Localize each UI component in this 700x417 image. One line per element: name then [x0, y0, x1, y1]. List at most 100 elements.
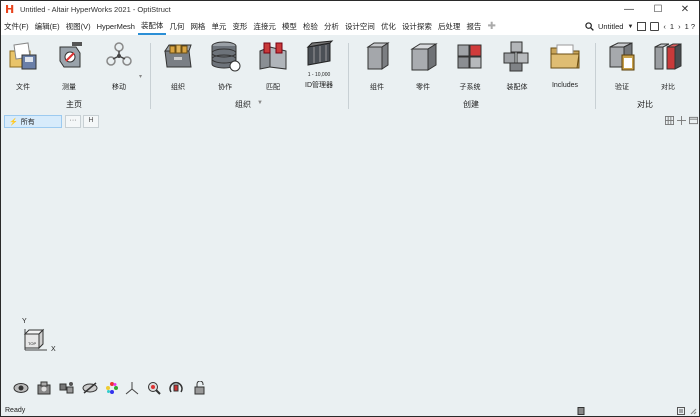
part-tool[interactable]: 零件 — [401, 39, 445, 92]
collaborate-tool[interactable]: 协作 — [203, 39, 247, 92]
camera-icon[interactable] — [37, 381, 51, 395]
file-tool[interactable]: 文件 — [1, 39, 45, 92]
graphics-viewport[interactable]: Y X TOP — [1, 128, 699, 406]
model-name[interactable]: Untitled — [598, 22, 623, 31]
organize-tool-label: 组织 — [171, 84, 185, 91]
axis-y-label: Y — [22, 318, 27, 325]
settings-icon[interactable] — [677, 407, 685, 415]
hide-eye-icon[interactable] — [82, 381, 98, 395]
lock-view-icon[interactable] — [193, 381, 207, 395]
menu-assembly[interactable]: 装配体 — [137, 18, 167, 35]
page-icon[interactable] — [650, 22, 660, 31]
visibility-eye-icon[interactable] — [13, 381, 29, 395]
rotate-view-icon[interactable] — [169, 381, 183, 395]
book-icon[interactable] — [577, 407, 585, 415]
validate-tool[interactable]: 验证 — [600, 39, 644, 92]
minimize-button[interactable]: — — [615, 1, 643, 18]
parts-display-icon[interactable] — [59, 381, 75, 395]
assembly-tool[interactable]: 装配体 — [495, 39, 539, 92]
compare-icon — [654, 43, 682, 70]
group-label-create: 创建 — [463, 100, 479, 109]
collaborate-icon — [211, 41, 241, 72]
move-arrows-icon[interactable] — [677, 116, 686, 125]
subsystem-icon — [457, 44, 482, 69]
organize-icon — [164, 44, 192, 68]
component-icon — [366, 42, 390, 70]
menu-model[interactable]: 模型 — [279, 18, 300, 35]
page-counter: 1 ? — [684, 22, 695, 31]
menu-design-explore[interactable]: 设计探索 — [399, 18, 435, 35]
menu-geometry[interactable]: 几何 — [166, 18, 187, 35]
pin-button[interactable]: H — [83, 115, 99, 128]
menu-connectors[interactable]: 连接元 — [250, 18, 279, 35]
grid-view-icon[interactable] — [665, 116, 674, 125]
move-tool-label: 移动 — [112, 84, 126, 91]
menu-check[interactable]: 检验 — [300, 18, 321, 35]
validate-icon — [609, 42, 635, 71]
component-tool[interactable]: 组件 — [355, 39, 399, 92]
menu-bar: 文件(F) 编辑(E) 视图(V) HyperMesh 装配体 几何 网格 单元… — [1, 18, 699, 35]
add-tab-icon[interactable]: ✚ — [484, 18, 498, 35]
menu-hypermesh[interactable]: HyperMesh — [94, 18, 138, 35]
assembly-tool-label: 装配体 — [506, 84, 528, 91]
subsystem-tool[interactable]: 子系统 — [448, 39, 492, 92]
organize-tool[interactable]: 组织 — [156, 39, 200, 92]
more-button[interactable]: ··· — [65, 115, 81, 128]
close-button[interactable]: ✕ — [671, 1, 699, 18]
axis-x-label: X — [51, 346, 56, 353]
match-icon — [259, 42, 287, 70]
maximize-button[interactable]: ☐ — [644, 1, 672, 18]
compare-tool[interactable]: 对比 — [646, 39, 690, 92]
group-label-organize: 组织 — [235, 100, 251, 109]
move-icon — [106, 42, 132, 66]
id-manager-tool[interactable]: 1 - 10,000 ID管理器 — [297, 39, 341, 90]
includes-tool[interactable]: Includes — [543, 39, 587, 89]
panel-icon[interactable] — [689, 116, 698, 125]
window-icon[interactable] — [637, 22, 647, 31]
browser-tab-strip: ⚡ 所有 ··· H — [1, 114, 699, 128]
menu-optimize[interactable]: 优化 — [378, 18, 399, 35]
move-dropdown-icon[interactable]: ▾ — [139, 73, 142, 80]
app-window: H Untitled - Altair HyperWorks 2021 - Op… — [0, 0, 700, 417]
organize-expand-icon[interactable]: ▼ — [257, 100, 263, 106]
resize-grip-icon[interactable] — [689, 407, 697, 415]
title-bar: H Untitled - Altair HyperWorks 2021 - Op… — [1, 1, 699, 18]
menu-report[interactable]: 报告 — [463, 18, 484, 35]
id-manager-icon — [306, 40, 334, 66]
ribbon: 文件 测量 移动 ▾ 组织 协作 匹配 1 - 10,000 ID管理器 组件 … — [1, 35, 699, 113]
includes-tool-label: Includes — [551, 82, 579, 89]
lightning-icon: ⚡ — [9, 118, 18, 126]
ribbon-separator — [150, 43, 151, 109]
tab-all[interactable]: ⚡ 所有 — [4, 115, 62, 128]
menu-post[interactable]: 后处理 — [435, 18, 464, 35]
menu-design-space[interactable]: 设计空间 — [342, 18, 378, 35]
move-tool[interactable]: 移动 — [97, 39, 141, 92]
menu-element[interactable]: 单元 — [208, 18, 229, 35]
menu-file[interactable]: 文件(F) — [1, 18, 32, 35]
menu-morph[interactable]: 变形 — [229, 18, 250, 35]
zoom-fit-icon[interactable] — [147, 381, 161, 395]
measure-tool[interactable]: 测量 — [47, 39, 91, 92]
chevron-down-icon[interactable]: ▼ — [627, 24, 633, 30]
menu-mesh[interactable]: 网格 — [187, 18, 208, 35]
axes-triad-icon[interactable] — [125, 381, 139, 395]
assembly-icon — [503, 41, 529, 72]
ribbon-separator — [348, 43, 349, 109]
page-indicator: 1 — [669, 22, 675, 31]
menu-analysis[interactable]: 分析 — [321, 18, 342, 35]
match-tool[interactable]: 匹配 — [251, 39, 295, 92]
search-icon[interactable] — [585, 22, 594, 31]
page-next-icon[interactable]: › — [678, 22, 681, 31]
menu-edit[interactable]: 编辑(E) — [32, 18, 63, 35]
part-icon — [410, 43, 438, 71]
includes-folder-icon — [550, 44, 580, 69]
menu-view[interactable]: 视图(V) — [63, 18, 94, 35]
page-prev-icon[interactable]: ‹ — [663, 22, 666, 31]
component-tool-label: 组件 — [370, 84, 384, 91]
view-cube-icon[interactable] — [19, 325, 49, 353]
tab-all-label: 所有 — [20, 118, 35, 126]
status-bar: Ready — [1, 406, 699, 416]
file-tool-label: 文件 — [16, 84, 30, 91]
window-title: Untitled - Altair HyperWorks 2021 - Opti… — [20, 5, 171, 14]
color-palette-icon[interactable] — [105, 381, 119, 395]
